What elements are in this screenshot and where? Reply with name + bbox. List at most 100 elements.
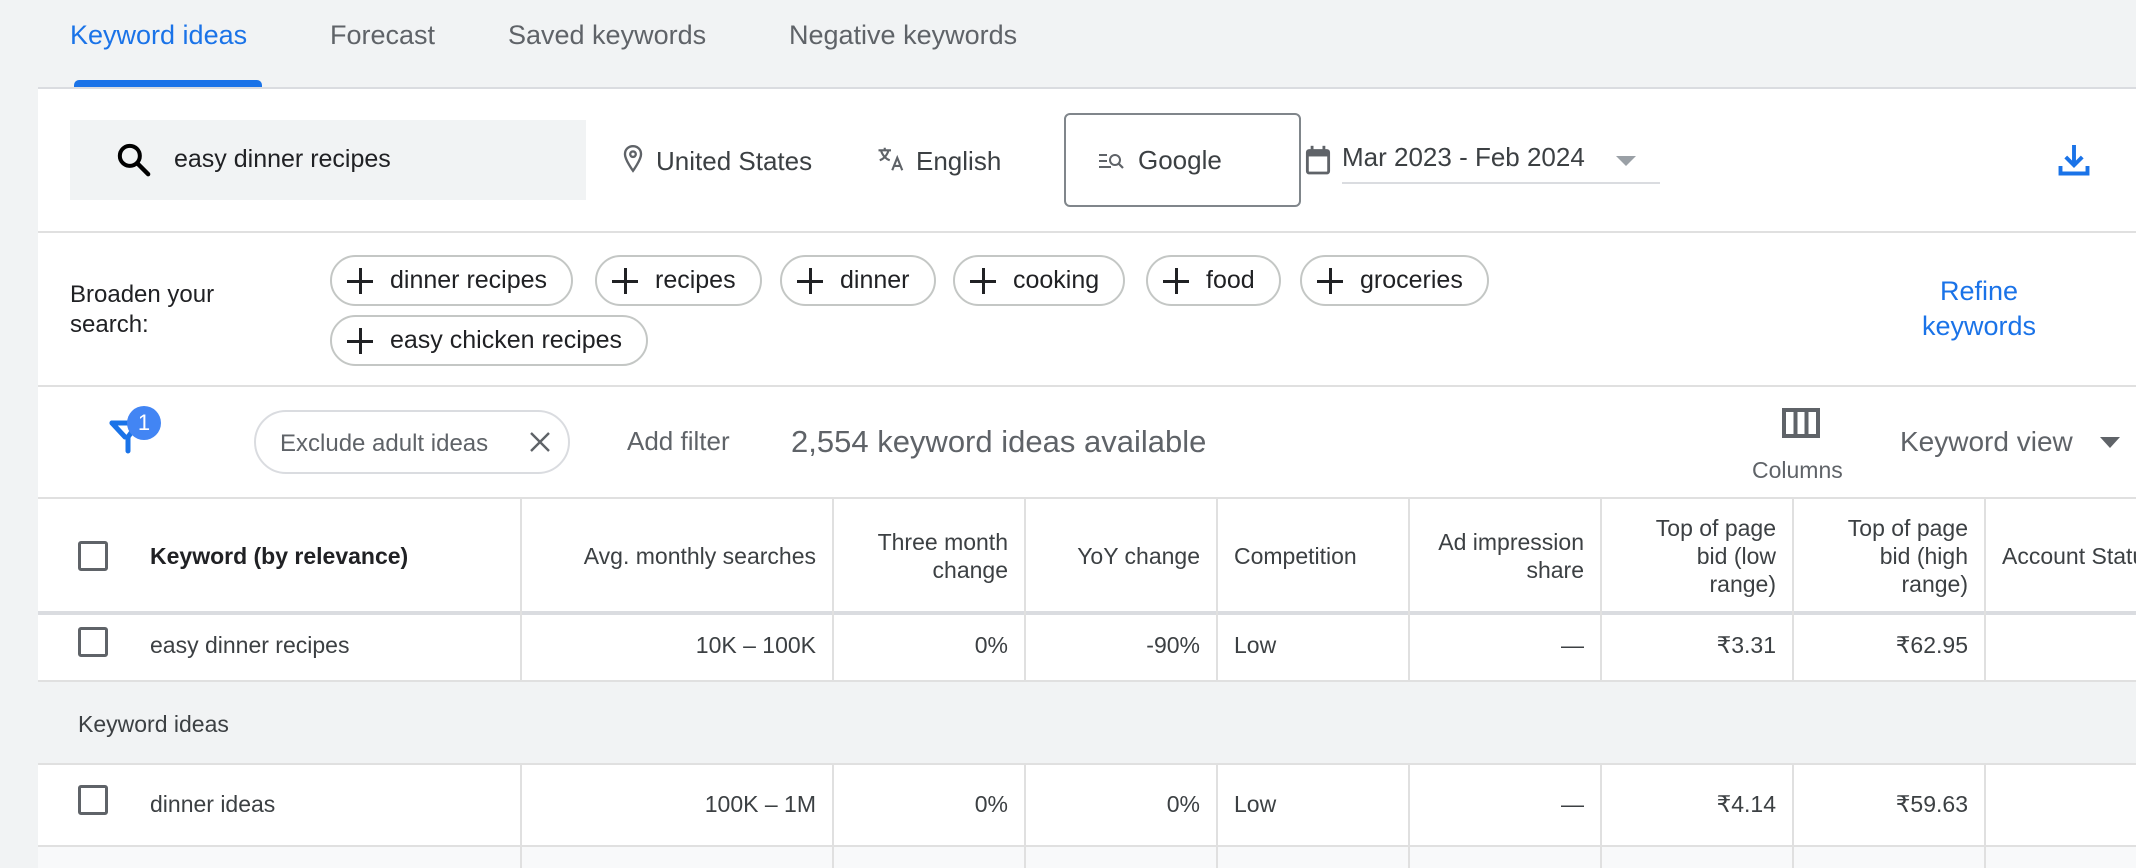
- column-header-competition[interactable]: Competition: [1234, 499, 1408, 613]
- columns-button[interactable]: Columns: [1746, 405, 1856, 485]
- column-divider: [520, 765, 522, 868]
- column-divider: [1792, 765, 1794, 868]
- bid-high-cell: ₹59.63: [1895, 791, 1968, 817]
- broaden-chip[interactable]: food: [1146, 255, 1281, 306]
- broaden-chip[interactable]: recipes: [595, 255, 762, 306]
- bid-high-cell: ₹62.95: [1895, 632, 1968, 658]
- tab-keyword-ideas[interactable]: Keyword ideas: [70, 20, 247, 51]
- search-icon: [117, 143, 151, 177]
- network-selector[interactable]: Google: [1064, 113, 1301, 207]
- plus-icon: [1162, 267, 1190, 295]
- column-divider: [1408, 765, 1410, 868]
- location-label: United States: [656, 146, 813, 176]
- dropdown-arrow-icon[interactable]: [2100, 437, 2120, 448]
- table-row: dinner ideas 100K – 1M 0% 0% Low — ₹4.14…: [38, 765, 2136, 847]
- close-icon[interactable]: [526, 428, 554, 456]
- search-network-icon: [1099, 154, 1124, 169]
- competition-cell: Low: [1234, 632, 1277, 658]
- language-label: English: [916, 146, 1002, 176]
- broaden-chip[interactable]: groceries: [1300, 255, 1489, 306]
- broaden-label: Broaden your search:: [70, 281, 215, 338]
- chip-label: recipes: [655, 266, 736, 294]
- refine-keywords-button[interactable]: Refine keywords: [1900, 274, 2058, 344]
- select-all-checkbox[interactable]: [78, 541, 108, 571]
- ad-share-cell: —: [1561, 632, 1584, 658]
- keyword-search-input[interactable]: easy dinner recipes: [70, 120, 586, 200]
- plus-icon: [346, 327, 374, 355]
- date-range-selector[interactable]: Mar 2023 - Feb 2024: [1342, 130, 1660, 184]
- chip-label: dinner: [840, 266, 910, 294]
- column-header-account-status[interactable]: Account Status: [2002, 499, 2136, 613]
- location-selector[interactable]: United States: [620, 144, 812, 177]
- three-month-cell: 0%: [974, 791, 1008, 817]
- language-selector[interactable]: English: [876, 144, 1001, 177]
- column-divider: [1792, 497, 1794, 682]
- bid-low-cell: ₹4.14: [1716, 791, 1776, 817]
- column-divider: [1024, 765, 1026, 868]
- plus-icon: [611, 267, 639, 295]
- table-row: [38, 847, 2136, 868]
- broaden-chip[interactable]: dinner recipes: [330, 255, 574, 306]
- column-header-bid-low[interactable]: Top of page bid (low range): [1632, 499, 1776, 613]
- add-filter-button[interactable]: Add filter: [627, 426, 730, 457]
- column-header-bid-high[interactable]: Top of page bid (high range): [1824, 499, 1968, 613]
- filter-chip-label: Exclude adult ideas: [280, 430, 489, 457]
- column-divider: [1984, 497, 1986, 682]
- date-range-label: Mar 2023 - Feb 2024: [1342, 142, 1585, 172]
- yoy-cell: -90%: [1146, 632, 1200, 658]
- row-checkbox[interactable]: [78, 785, 108, 815]
- column-divider: [832, 765, 834, 868]
- broaden-chip[interactable]: dinner: [780, 255, 936, 306]
- column-header-ad-impression-share[interactable]: Ad impression share: [1410, 499, 1584, 613]
- table-row: easy dinner recipes 10K – 100K 0% -90% L…: [38, 615, 2136, 682]
- plus-icon: [969, 267, 997, 295]
- table-header: Keyword (by relevance) Avg. monthly sear…: [38, 497, 2136, 615]
- column-divider: [1216, 497, 1218, 682]
- search-query[interactable]: easy dinner recipes: [174, 145, 391, 174]
- ad-share-cell: —: [1561, 791, 1584, 817]
- keyword-cell: dinner ideas: [150, 791, 276, 817]
- yoy-cell: 0%: [1166, 791, 1200, 817]
- bid-low-cell: ₹3.31: [1716, 632, 1776, 658]
- divider: [38, 231, 2136, 233]
- network-label: Google: [1138, 145, 1222, 175]
- exclude-adult-ideas-chip[interactable]: Exclude adult ideas: [254, 410, 570, 474]
- location-pin-icon: [623, 144, 643, 173]
- column-divider: [1216, 765, 1218, 868]
- tab-saved-keywords[interactable]: Saved keywords: [508, 20, 706, 51]
- column-divider: [520, 497, 522, 682]
- dropdown-arrow-icon: [1616, 156, 1636, 166]
- column-divider: [1984, 765, 1986, 868]
- avg-searches-cell: 10K – 100K: [695, 632, 816, 658]
- filter-count-badge: 1: [127, 406, 161, 440]
- column-header-yoy-change[interactable]: YoY change: [1026, 499, 1200, 613]
- broaden-chip[interactable]: easy chicken recipes: [330, 315, 649, 366]
- divider: [38, 385, 2136, 387]
- row-checkbox[interactable]: [78, 627, 108, 657]
- column-divider: [1408, 497, 1410, 682]
- translate-icon: [878, 147, 904, 171]
- column-header-avg-monthly-searches[interactable]: Avg. monthly searches: [522, 499, 816, 613]
- column-header-keyword[interactable]: Keyword (by relevance): [150, 499, 510, 613]
- keyword-ideas-count: 2,554 keyword ideas available: [791, 424, 1207, 459]
- keyword-cell: easy dinner recipes: [150, 632, 350, 658]
- three-month-cell: 0%: [974, 632, 1008, 658]
- columns-icon: [1782, 408, 1820, 438]
- download-icon[interactable]: [2056, 142, 2092, 178]
- tab-forecast[interactable]: Forecast: [330, 20, 435, 51]
- plus-icon: [796, 267, 824, 295]
- section-label: Keyword ideas: [78, 711, 229, 737]
- keyword-ideas-section-header: Keyword ideas: [38, 682, 2136, 765]
- plus-icon: [1316, 267, 1344, 295]
- tab-negative-keywords[interactable]: Negative keywords: [789, 20, 1017, 51]
- active-tab-indicator: [74, 80, 262, 87]
- chip-label: easy chicken recipes: [390, 326, 623, 354]
- chip-label: dinner recipes: [390, 266, 548, 294]
- column-divider: [1024, 497, 1026, 682]
- avg-searches-cell: 100K – 1M: [704, 791, 816, 817]
- calendar-icon: [1305, 145, 1331, 175]
- broaden-chip[interactable]: cooking: [953, 255, 1126, 306]
- column-divider: [1600, 497, 1602, 682]
- column-header-three-month-change[interactable]: Three month change: [834, 499, 1008, 613]
- keyword-view-selector[interactable]: Keyword view: [1900, 426, 2073, 458]
